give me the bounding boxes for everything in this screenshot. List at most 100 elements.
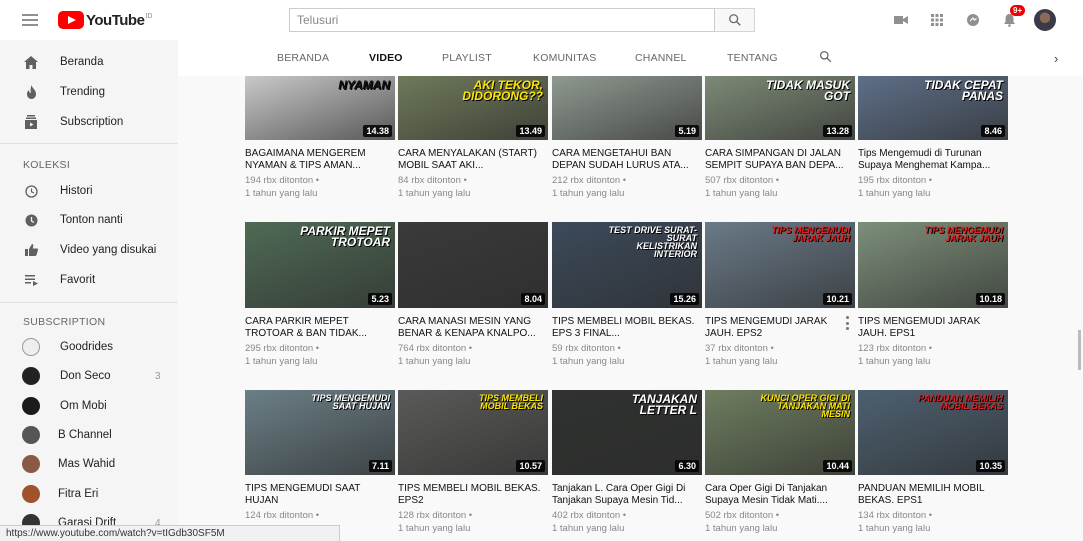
sidebar-divider bbox=[0, 143, 178, 144]
video-title[interactable]: PANDUAN MEMILIH MOBIL BEKAS. Eps1 bbox=[858, 483, 1003, 507]
thumbnail-overlay-text: NYAMAN bbox=[338, 78, 390, 92]
clock-icon bbox=[22, 211, 40, 229]
sidebar-item-trending[interactable]: Trending bbox=[0, 78, 178, 106]
chevron-right-icon[interactable]: › bbox=[1054, 51, 1058, 66]
video-title[interactable]: TIPS MEMBELI MOBIL BEKAS. Eps2 bbox=[398, 483, 543, 507]
channel-avatar bbox=[22, 397, 40, 415]
youtube-logo[interactable]: YouTube ID bbox=[58, 9, 152, 31]
video-upload-age: 1 tahun yang lalu bbox=[245, 356, 318, 367]
thumbnail-overlay-text: TIDAK CEPAT PANAS bbox=[924, 78, 1003, 103]
channel-avatar bbox=[22, 455, 40, 473]
sidebar-item-tonton-nanti[interactable]: Tonton nanti bbox=[0, 206, 178, 234]
apps-grid-icon[interactable] bbox=[926, 9, 948, 31]
video-thumbnail[interactable]: TIDAK MASUK GOT 13.28 bbox=[705, 76, 855, 140]
video-thumbnail[interactable]: PARKIR MEPET TROTOAR 5.23 bbox=[245, 222, 395, 308]
video-title[interactable]: CARA MENGETAHUI BAN DEPAN SUDAH LURUS AT… bbox=[552, 148, 697, 172]
video-thumbnail[interactable]: 5.19 bbox=[552, 76, 702, 140]
video-title[interactable]: BAGAIMANA MENGEREM NYAMAN & TIPS AMAN... bbox=[245, 148, 390, 172]
home-icon bbox=[22, 53, 40, 71]
messages-icon[interactable] bbox=[962, 9, 984, 31]
logo-region: ID bbox=[145, 12, 153, 20]
sidebar-item-favorit[interactable]: Favorit bbox=[0, 266, 178, 294]
create-video-icon[interactable] bbox=[890, 9, 912, 31]
video-thumbnail[interactable]: TIPS MEMBELI MOBIL BEKAS 10.57 bbox=[398, 390, 548, 475]
sidebar-item-subscription[interactable]: Subscription bbox=[0, 108, 178, 136]
sidebar-sub-goodrides[interactable]: Goodrides bbox=[0, 333, 178, 361]
video-upload-age: 1 tahun yang lalu bbox=[552, 523, 625, 534]
video-thumbnail[interactable]: TIPS MENGEMUDI JARAK JAUH 10.21 bbox=[705, 222, 855, 308]
flame-icon bbox=[22, 83, 40, 101]
video-upload-age: 1 tahun yang lalu bbox=[398, 523, 471, 534]
channel-avatar bbox=[22, 367, 40, 385]
scrollbar-thumb[interactable] bbox=[1078, 330, 1081, 370]
status-bar-url: https://www.youtube.com/watch?v=tIGdb30S… bbox=[0, 525, 340, 541]
video-duration: 5.19 bbox=[675, 125, 699, 137]
sidebar-sub-don-seco[interactable]: Don Seco 3 bbox=[0, 362, 178, 390]
video-thumbnail[interactable]: TANJAKAN LETTER L 6.30 bbox=[552, 390, 702, 475]
channel-search-icon[interactable] bbox=[819, 50, 832, 68]
video-title[interactable]: TIPS MENGEMUDI JARAK JAUH. Eps2 bbox=[705, 316, 850, 340]
koleksi-heading: KOLEKSI bbox=[23, 159, 71, 171]
video-thumbnail[interactable]: NYAMAN 14.38 bbox=[245, 76, 395, 140]
video-title[interactable]: TIPS MEMBELI MOBIL BEKAS. Eps 3 FINAL... bbox=[552, 316, 697, 340]
video-title[interactable]: TIPS MENGEMUDI SAAT HUJAN bbox=[245, 483, 390, 507]
video-thumbnail[interactable]: TIPS MENGEMUDI SAAT HUJAN 7.11 bbox=[245, 390, 395, 475]
video-view-count: 194 rbx ditonton • bbox=[245, 175, 320, 186]
video-view-count: 402 rbx ditonton • bbox=[552, 510, 627, 521]
thumbnail-overlay-text: KUNCI OPER GIGI DI TANJAKAN MATI MESIN bbox=[760, 393, 850, 420]
subscriptions-icon bbox=[22, 113, 40, 131]
thumbnail-overlay-text: AKI TEKOR, DIDORONG?? bbox=[462, 78, 543, 103]
video-view-count: 37 rbx ditonton • bbox=[705, 343, 774, 354]
video-duration: 10.21 bbox=[823, 293, 852, 305]
video-thumbnail[interactable]: KUNCI OPER GIGI DI TANJAKAN MATI MESIN 10… bbox=[705, 390, 855, 475]
video-title[interactable]: CARA MANASI MESIN YANG BENAR & KENAPA KN… bbox=[398, 316, 543, 340]
video-view-count: 124 rbx ditonton • bbox=[245, 510, 320, 521]
history-icon bbox=[22, 182, 40, 200]
video-title[interactable]: CARA SIMPANGAN DI JALAN SEMPIT SUPAYA BA… bbox=[705, 148, 850, 172]
video-upload-age: 1 tahun yang lalu bbox=[705, 188, 778, 199]
video-thumbnail[interactable]: Test Drive Surat-surat Kelistrikan Inter… bbox=[552, 222, 702, 308]
thumbnail-overlay-text: TIPS MENGEMUDI JARAK JAUH bbox=[924, 225, 1003, 244]
sidebar-sub-mas-wahid[interactable]: Mas Wahid bbox=[0, 450, 178, 478]
tab-beranda[interactable]: BERANDA bbox=[277, 52, 329, 64]
sidebar-sub-om-mobi[interactable]: Om Mobi bbox=[0, 392, 178, 420]
video-thumbnail[interactable]: TIDAK CEPAT PANAS 8.46 bbox=[858, 76, 1008, 140]
search-input[interactable]: Telusuri bbox=[289, 8, 715, 32]
more-options-icon[interactable] bbox=[844, 316, 850, 330]
top-bar: YouTube ID Telusuri 9+ bbox=[0, 0, 1083, 40]
video-thumbnail[interactable]: PANDUAN MEMILIH MOBIL BEKAS 10.35 bbox=[858, 390, 1008, 475]
sidebar-item-video-disukai[interactable]: Video yang disukai bbox=[0, 236, 178, 264]
video-thumbnail[interactable]: 8.04 bbox=[398, 222, 548, 308]
thumbnail-overlay-text: TIPS MENGEMUDI SAAT HUJAN bbox=[311, 393, 390, 412]
notifications-icon[interactable]: 9+ bbox=[998, 5, 1026, 31]
video-title[interactable]: TIPS MENGEMUDI JARAK JAUH. Eps1 bbox=[858, 316, 1003, 340]
account-avatar[interactable] bbox=[1034, 9, 1056, 31]
video-view-count: 502 rbx ditonton • bbox=[705, 510, 780, 521]
video-title[interactable]: CARA MENYALAKAN (START) MOBIL SAAT AKI..… bbox=[398, 148, 543, 172]
tab-video[interactable]: VIDEO bbox=[369, 52, 403, 64]
search-button[interactable] bbox=[715, 8, 755, 32]
video-duration: 13.28 bbox=[823, 125, 852, 137]
video-thumbnail[interactable]: AKI TEKOR, DIDORONG?? 13.49 bbox=[398, 76, 548, 140]
video-duration: 15.26 bbox=[670, 293, 699, 305]
tab-tentang[interactable]: TENTANG bbox=[727, 52, 778, 64]
video-title[interactable]: Tips Mengemudi di Turunan Supaya Menghem… bbox=[858, 148, 1003, 172]
video-duration: 8.46 bbox=[981, 125, 1005, 137]
video-thumbnail[interactable]: TIPS MENGEMUDI JARAK JAUH 10.18 bbox=[858, 222, 1008, 308]
sidebar-sub-fitra-eri[interactable]: Fitra Eri bbox=[0, 480, 178, 508]
sidebar-item-histori[interactable]: Histori bbox=[0, 177, 178, 205]
menu-icon[interactable] bbox=[22, 11, 40, 29]
tab-channel[interactable]: CHANNEL bbox=[635, 52, 687, 64]
sidebar-divider bbox=[0, 302, 178, 303]
video-title[interactable]: Cara Oper Gigi Di Tanjakan Supaya Mesin … bbox=[705, 483, 850, 507]
video-title[interactable]: Tanjakan L. Cara Oper Gigi Di Tanjakan S… bbox=[552, 483, 697, 507]
video-view-count: 123 rbx ditonton • bbox=[858, 343, 933, 354]
thumbnail-overlay-text: PARKIR MEPET TROTOAR bbox=[300, 224, 390, 249]
sidebar-sub-b-channel[interactable]: B Channel bbox=[0, 421, 178, 449]
video-view-count: 195 rbx ditonton • bbox=[858, 175, 933, 186]
tab-komunitas[interactable]: KOMUNITAS bbox=[533, 52, 596, 64]
video-title[interactable]: CARA PARKIR MEPET TROTOAR & BAN TIDAK... bbox=[245, 316, 390, 340]
channel-avatar bbox=[22, 426, 40, 444]
tab-playlist[interactable]: PLAYLIST bbox=[442, 52, 492, 64]
sidebar-item-beranda[interactable]: Beranda bbox=[0, 48, 178, 76]
